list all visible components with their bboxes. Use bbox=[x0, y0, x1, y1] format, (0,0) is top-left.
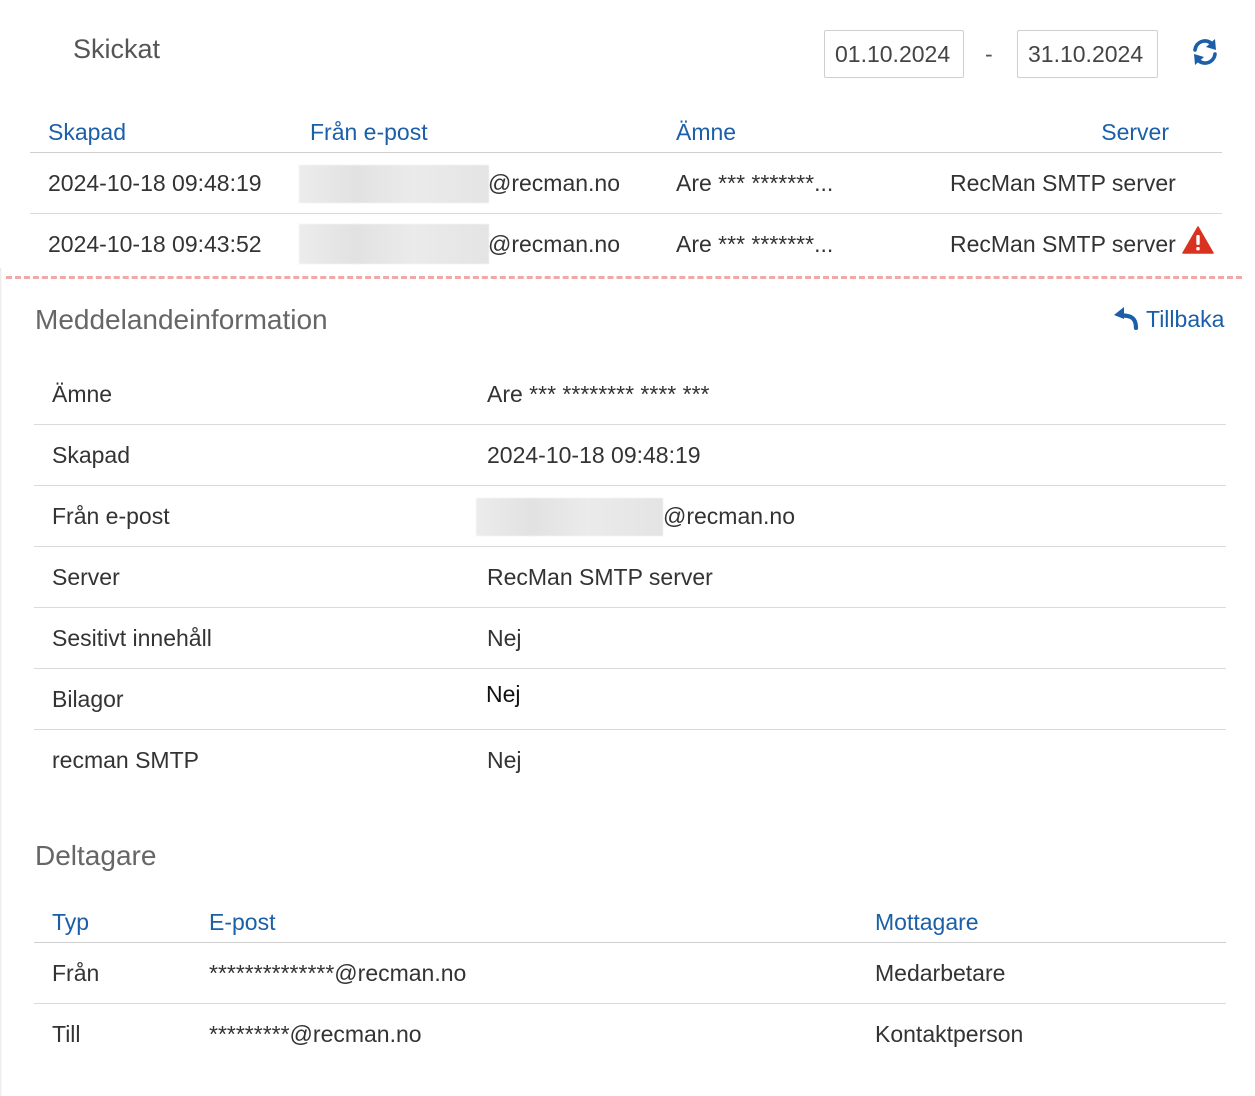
detail-value-recman-smtp: Nej bbox=[487, 747, 522, 773]
detail-divider bbox=[34, 607, 1226, 608]
date-from-input[interactable]: 01.10.2024 bbox=[824, 30, 964, 78]
row-email-domain: @recman.no bbox=[488, 170, 621, 196]
row-email-domain: @recman.no bbox=[488, 231, 621, 257]
participant-recipient: Kontaktperson bbox=[875, 1021, 1024, 1047]
detail-divider bbox=[34, 668, 1226, 669]
column-header-server[interactable]: Server bbox=[1100, 118, 1169, 146]
redacted-email-prefix bbox=[299, 165, 489, 203]
detail-value-from-email: @recman.no bbox=[663, 503, 796, 529]
column-header-from-email[interactable]: Från e-post bbox=[310, 118, 428, 146]
participant-type: Från bbox=[52, 960, 100, 986]
page-title: Skickat bbox=[73, 34, 161, 64]
row-server: RecMan SMTP server bbox=[950, 170, 1176, 196]
table-row[interactable]: 2024-10-18 09:43:52 @recman.no Are *** *… bbox=[30, 214, 1222, 269]
list-item: Från **************@recman.no Medarbetar… bbox=[34, 943, 1226, 1003]
detail-divider bbox=[34, 424, 1226, 425]
participant-type: Till bbox=[52, 1021, 81, 1047]
detail-value-server: RecMan SMTP server bbox=[487, 564, 713, 590]
detail-label-created: Skapad bbox=[52, 442, 131, 468]
detail-divider bbox=[34, 485, 1226, 486]
details-title: Meddelandeinformation bbox=[35, 304, 328, 335]
detail-label-server: Server bbox=[52, 564, 120, 590]
detail-value-subject: Are *** ******** **** *** bbox=[487, 381, 710, 407]
detail-label-recman-smtp: recman SMTP bbox=[52, 747, 199, 773]
redacted-email-prefix bbox=[299, 224, 489, 264]
refresh-icon[interactable] bbox=[1188, 35, 1222, 69]
back-label[interactable]: Tillbaka bbox=[1146, 305, 1224, 333]
column-header-email[interactable]: E-post bbox=[209, 908, 275, 936]
participants-title: Deltagare bbox=[35, 840, 157, 871]
column-header-created[interactable]: Skapad bbox=[48, 118, 126, 146]
column-header-subject[interactable]: Ämne bbox=[676, 118, 736, 146]
date-to-input[interactable]: 31.10.2024 bbox=[1017, 30, 1158, 78]
detail-value-created: 2024-10-18 09:48:19 bbox=[487, 442, 701, 468]
detail-label-subject: Ämne bbox=[52, 381, 113, 407]
row-subject: Are *** *******... bbox=[676, 170, 834, 196]
detail-divider bbox=[34, 546, 1226, 547]
date-separator: - bbox=[985, 41, 993, 67]
detail-value-sensitive: Nej bbox=[487, 625, 522, 651]
detail-panel-edge bbox=[0, 268, 2, 1096]
detail-label-from-email: Från e-post bbox=[52, 503, 170, 529]
detail-label-sensitive: Sesitivt innehåll bbox=[52, 625, 212, 651]
participant-recipient: Medarbetare bbox=[875, 960, 1006, 986]
list-item: Till *********@recman.no Kontaktperson bbox=[34, 1004, 1226, 1064]
row-created: 2024-10-18 09:48:19 bbox=[48, 170, 262, 196]
redacted-email-prefix bbox=[476, 498, 663, 536]
detail-divider bbox=[34, 729, 1226, 730]
row-server: RecMan SMTP server bbox=[950, 231, 1176, 257]
warning-icon bbox=[1182, 226, 1214, 254]
row-subject: Are *** *******... bbox=[676, 231, 834, 257]
participant-email: **************@recman.no bbox=[209, 960, 467, 986]
participant-email: *********@recman.no bbox=[209, 1021, 422, 1047]
row-created: 2024-10-18 09:43:52 bbox=[48, 231, 262, 257]
column-header-type[interactable]: Typ bbox=[52, 908, 89, 936]
dashed-divider bbox=[6, 276, 1242, 279]
detail-value-attachments: Nej bbox=[486, 681, 521, 707]
column-header-recipient[interactable]: Mottagare bbox=[875, 908, 979, 936]
table-row[interactable]: 2024-10-18 09:48:19 @recman.no Are *** *… bbox=[30, 153, 1222, 213]
reply-arrow-icon bbox=[1113, 306, 1139, 331]
detail-label-attachments: Bilagor bbox=[52, 686, 124, 712]
